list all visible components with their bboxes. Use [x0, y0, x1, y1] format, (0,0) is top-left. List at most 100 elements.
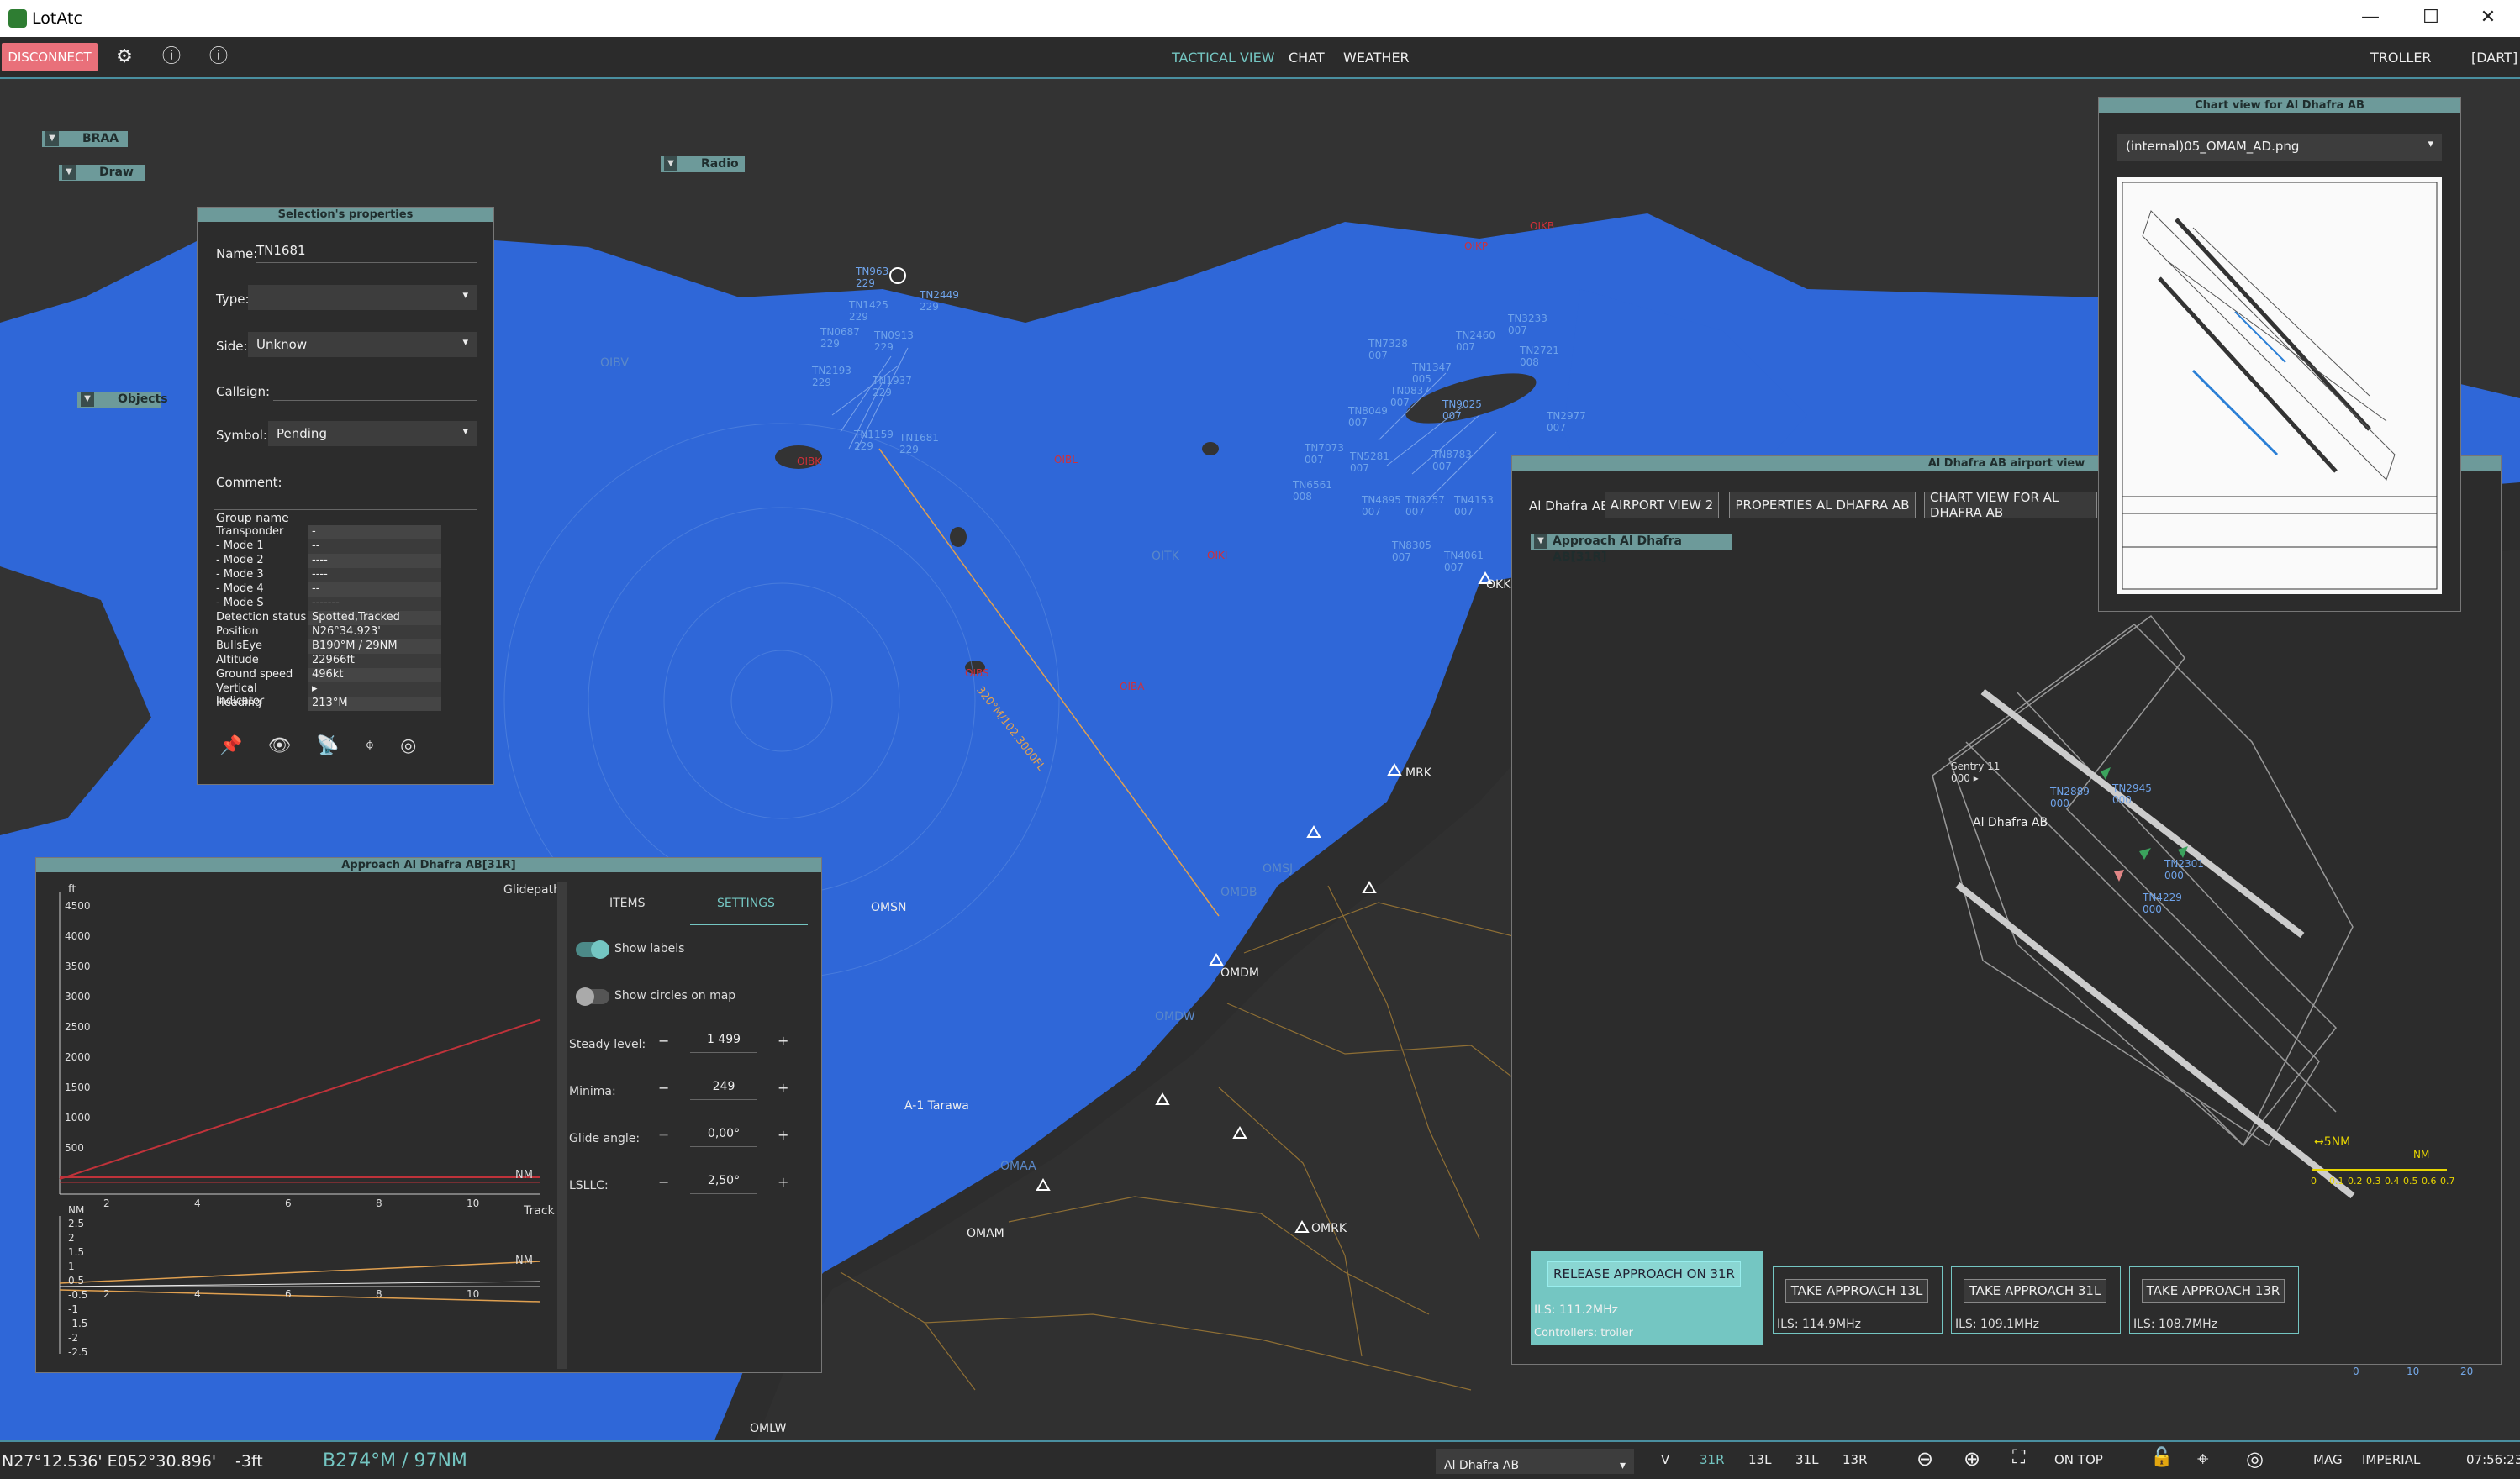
- contact-label[interactable]: TN8049 007: [1348, 405, 1388, 429]
- radio-box[interactable]: ▼ Radio: [661, 156, 745, 172]
- runway-31r[interactable]: 31R: [1700, 1452, 1725, 1467]
- contact-label[interactable]: TN963 229: [856, 266, 888, 289]
- show-labels-toggle[interactable]: [576, 940, 609, 959]
- contact-label[interactable]: TN4153 007: [1454, 494, 1494, 518]
- units-toggle[interactable]: IMPERIAL: [2362, 1452, 2420, 1467]
- tab-tactical-view[interactable]: TACTICAL VIEW: [1172, 50, 1275, 66]
- contact-label[interactable]: TN2945 000: [2112, 782, 2152, 806]
- contact-label[interactable]: TN7328 007: [1368, 338, 1408, 361]
- sentry-label[interactable]: Sentry 11 000 ▸: [1951, 761, 2000, 784]
- callsign-field[interactable]: [273, 381, 477, 401]
- side-dropdown[interactable]: Unknow ▾: [248, 332, 477, 357]
- crosshair-icon[interactable]: ⌖: [2197, 1447, 2209, 1471]
- chart-file-dropdown[interactable]: (internal)05_OMAM_AD.png ▾: [2117, 134, 2442, 161]
- show-circles-toggle[interactable]: [576, 987, 609, 1006]
- take-approach-31l-button[interactable]: TAKE APPROACH 31L: [1964, 1279, 2106, 1303]
- pin-icon[interactable]: 📌: [219, 735, 242, 764]
- objects-box[interactable]: ▼ Objects: [77, 392, 168, 408]
- glide-minus-button[interactable]: −: [658, 1127, 669, 1143]
- contact-label[interactable]: TN2977 007: [1547, 410, 1586, 434]
- target-icon[interactable]: ◎: [400, 735, 416, 764]
- symbol-dropdown[interactable]: Pending ▾: [268, 421, 477, 446]
- contact-label[interactable]: TN2889 000: [2050, 786, 2090, 809]
- glide-angle-input[interactable]: 0,00°: [690, 1127, 757, 1147]
- braa-box[interactable]: ▼ BRAA: [42, 131, 128, 147]
- crosshair-icon[interactable]: ⌖: [365, 735, 375, 764]
- take-approach-13r-button[interactable]: TAKE APPROACH 13R: [2142, 1279, 2285, 1303]
- fullscreen-icon[interactable]: ⛶: [2012, 1447, 2025, 1468]
- contact-label[interactable]: TN1937 229: [873, 375, 912, 398]
- contact-label[interactable]: TN2460 007: [1456, 329, 1495, 353]
- lsllc-minus-button[interactable]: −: [658, 1174, 669, 1190]
- draw-box[interactable]: ▼ Draw: [59, 165, 145, 181]
- on-top-toggle[interactable]: ON TOP: [2054, 1452, 2103, 1467]
- mag-toggle[interactable]: MAG: [2313, 1452, 2343, 1467]
- contact-label[interactable]: TN7073 007: [1305, 442, 1344, 466]
- contact-label[interactable]: TN6561 008: [1293, 479, 1332, 503]
- maximize-icon[interactable]: ☐: [2414, 7, 2448, 28]
- release-approach-button[interactable]: RELEASE APPROACH ON 31R: [1547, 1261, 1741, 1287]
- lsllc-input[interactable]: 2,50°: [690, 1174, 757, 1194]
- zoom-out-icon[interactable]: ⊖: [1916, 1447, 1933, 1471]
- minimize-icon[interactable]: —: [2354, 7, 2387, 28]
- coalition-tag[interactable]: [DART]: [2471, 50, 2517, 66]
- tab-weather[interactable]: WEATHER: [1343, 50, 1410, 66]
- tab-items[interactable]: ITEMS: [609, 897, 646, 910]
- contact-label[interactable]: TN0913 229: [874, 329, 914, 353]
- steady-level-input[interactable]: 1 499: [690, 1033, 757, 1053]
- minima-plus-button[interactable]: +: [778, 1080, 788, 1096]
- contact-label[interactable]: TN4061 007: [1444, 550, 1484, 573]
- target-icon[interactable]: ◎: [2246, 1447, 2264, 1471]
- close-icon[interactable]: ✕: [2471, 7, 2505, 28]
- take-approach-13l-button[interactable]: TAKE APPROACH 13L: [1785, 1279, 1928, 1303]
- lock-icon[interactable]: 🔓: [2150, 1447, 2173, 1468]
- minima-input[interactable]: 249: [690, 1080, 757, 1100]
- contact-label[interactable]: TN8305 007: [1392, 539, 1431, 563]
- steady-minus-button[interactable]: −: [658, 1033, 669, 1049]
- glide-x-tick: 10: [467, 1197, 480, 1209]
- settings-gear-icon[interactable]: ⚙: [113, 45, 136, 69]
- runway-13l[interactable]: 13L: [1748, 1452, 1771, 1467]
- contact-label[interactable]: TN1347 005: [1412, 361, 1452, 385]
- tab-settings[interactable]: SETTINGS: [717, 897, 775, 910]
- contact-label[interactable]: TN8257 007: [1405, 494, 1445, 518]
- minima-minus-button[interactable]: −: [658, 1080, 669, 1096]
- contact-label[interactable]: TN5281 007: [1350, 450, 1389, 474]
- info-icon[interactable]: ⓘ: [207, 45, 230, 69]
- lsllc-plus-button[interactable]: +: [778, 1174, 788, 1190]
- splitter-handle[interactable]: [557, 882, 567, 1369]
- contact-label[interactable]: TN4229 000: [2143, 892, 2182, 915]
- contact-label[interactable]: TN4895 007: [1362, 494, 1401, 518]
- type-dropdown[interactable]: ▾: [248, 285, 477, 310]
- controller-name[interactable]: TROLLER: [2370, 50, 2432, 66]
- contact-label[interactable]: TN9025 007: [1442, 398, 1482, 422]
- contact-label[interactable]: TN2301 000: [2164, 858, 2204, 882]
- zoom-in-icon[interactable]: ⊕: [1964, 1447, 1980, 1471]
- contact-label[interactable]: TN0837 007: [1390, 385, 1430, 408]
- tab-chat[interactable]: CHAT: [1289, 50, 1325, 66]
- runway-13r[interactable]: 13R: [1843, 1452, 1868, 1467]
- eye-icon[interactable]: 👁: [267, 735, 291, 764]
- radar-icon[interactable]: 📡: [316, 735, 339, 764]
- name-field[interactable]: TN1681: [256, 243, 477, 263]
- disconnect-button[interactable]: DISCONNECT: [2, 43, 98, 71]
- help-icon[interactable]: ⓘ: [160, 45, 183, 69]
- airport-select[interactable]: Al Dhafra AB ▾: [1436, 1449, 1634, 1474]
- vertical-toggle[interactable]: V: [1661, 1452, 1669, 1467]
- aircraft-icon: [2178, 846, 2188, 858]
- contact-label[interactable]: TN1425 229: [849, 299, 888, 323]
- runway-31l[interactable]: 31L: [1795, 1452, 1818, 1467]
- contact-label[interactable]: TN8783 007: [1432, 449, 1472, 472]
- contact-label[interactable]: TN1681 229: [899, 432, 939, 455]
- contact-label[interactable]: TN1159 229: [854, 429, 894, 452]
- property-row: Ground speed 496kt: [214, 668, 441, 682]
- contact-label[interactable]: TN2449 229: [920, 289, 959, 313]
- airport-chart-image[interactable]: [2117, 177, 2442, 594]
- comment-field[interactable]: [214, 490, 477, 510]
- contact-label[interactable]: TN2721 008: [1520, 345, 1559, 368]
- steady-plus-button[interactable]: +: [778, 1033, 788, 1049]
- glide-plus-button[interactable]: +: [778, 1127, 788, 1143]
- contact-label[interactable]: TN3233 007: [1508, 313, 1547, 336]
- contact-label[interactable]: TN0687 229: [820, 326, 860, 350]
- contact-label[interactable]: TN2193 229: [812, 365, 851, 388]
